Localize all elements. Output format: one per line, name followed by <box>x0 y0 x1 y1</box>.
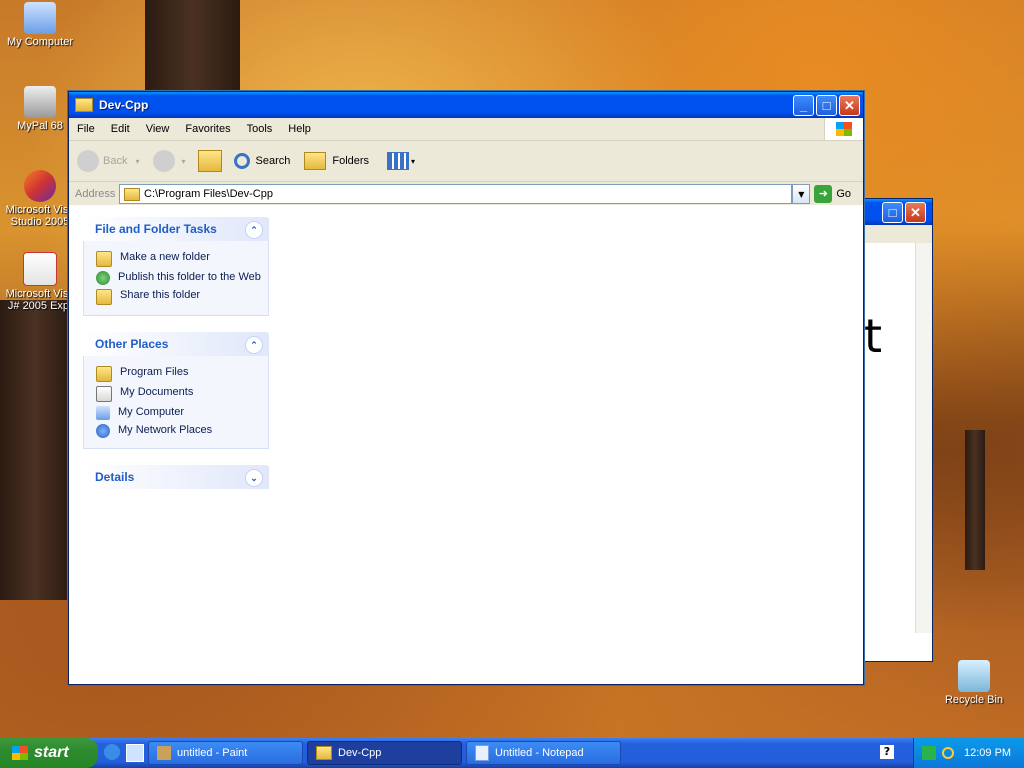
panel-file-folder-tasks: File and Folder Tasks ⌃ Make a new folde… <box>83 217 269 316</box>
chevron-down-icon: ▾ <box>181 156 186 166</box>
panel-details: Details ⌄ <box>83 465 269 489</box>
taskbar: start untitled - Paint Dev-Cpp Untitled … <box>0 738 1024 768</box>
desktop-icon-my-computer[interactable]: My Computer <box>0 2 80 48</box>
task-dev-cpp[interactable]: Dev-Cpp <box>307 741 462 765</box>
notepad-window-partial[interactable]: □ ✕ t <box>863 198 933 662</box>
address-label: Address <box>75 188 116 200</box>
collapse-chevron-icon[interactable]: ⌃ <box>245 336 263 354</box>
task-publish-web[interactable]: Publish this folder to the Web <box>96 271 268 285</box>
explorer-titlebar[interactable]: Dev-Cpp _ □ ✕ <box>69 92 863 118</box>
maximize-button[interactable]: □ <box>882 202 903 223</box>
explorer-window[interactable]: Dev-Cpp _ □ ✕ File Edit View Favorites T… <box>68 91 864 685</box>
paint-icon <box>157 746 171 760</box>
forward-button[interactable]: ▾ <box>153 150 186 172</box>
maximize-button[interactable]: □ <box>816 95 837 116</box>
menu-edit[interactable]: Edit <box>103 123 138 135</box>
help-icon[interactable]: ? <box>880 745 894 759</box>
new-folder-icon <box>96 251 112 267</box>
search-button[interactable]: Search <box>233 153 290 169</box>
tree-trunk <box>145 0 240 100</box>
folder-icon <box>124 187 140 201</box>
back-arrow-icon <box>77 150 99 172</box>
forward-arrow-icon <box>153 150 176 172</box>
views-button[interactable]: ▾ <box>387 152 415 170</box>
search-tray-icon[interactable] <box>942 747 954 759</box>
address-dropdown[interactable]: ▼ <box>792 184 811 204</box>
system-tray: 12:09 PM <box>913 738 1024 768</box>
vertical-scrollbar[interactable] <box>915 243 932 633</box>
window-title: Dev-Cpp <box>99 98 149 112</box>
task-make-folder[interactable]: Make a new folder <box>96 251 268 267</box>
panel-other-places: Other Places ⌃ Program Files My Document… <box>83 332 269 449</box>
chevron-down-icon: ▾ <box>135 156 140 166</box>
place-my-computer[interactable]: My Computer <box>96 406 268 420</box>
up-folder-button[interactable] <box>197 150 222 172</box>
network-icon <box>96 424 110 438</box>
back-button[interactable]: Back ▾ <box>77 150 139 172</box>
folder-icon <box>316 746 332 760</box>
vjsharp-icon <box>23 252 57 286</box>
menu-view[interactable]: View <box>138 123 178 135</box>
windows-logo-icon <box>824 118 863 140</box>
network-tray-icon[interactable] <box>922 746 936 760</box>
menu-favorites[interactable]: Favorites <box>177 123 238 135</box>
address-input[interactable]: C:\Program Files\Dev-Cpp <box>119 184 793 204</box>
go-arrow-icon: ➜ <box>814 185 833 203</box>
place-network-places[interactable]: My Network Places <box>96 424 268 438</box>
computer-icon <box>96 406 110 420</box>
close-button[interactable]: ✕ <box>905 202 926 223</box>
clock[interactable]: 12:09 PM <box>964 747 1011 759</box>
folder-icon <box>96 366 112 382</box>
panel-header[interactable]: File and Folder Tasks ⌃ <box>83 217 269 241</box>
notepad-titlebar[interactable]: □ ✕ <box>864 199 932 225</box>
start-button[interactable]: start <box>0 738 98 768</box>
up-folder-icon <box>197 150 222 172</box>
menubar: File Edit View Favorites Tools Help <box>69 118 863 141</box>
mypal-icon <box>24 86 56 118</box>
task-share-folder[interactable]: Share this folder <box>96 289 268 305</box>
collapse-chevron-icon[interactable]: ⌃ <box>245 221 263 239</box>
panel-body: Program Files My Documents My Computer M… <box>83 356 269 449</box>
search-icon <box>233 153 250 169</box>
tree-trunk-left <box>0 300 70 600</box>
computer-icon <box>24 2 56 34</box>
desktop-icon-recycle-bin[interactable]: Recycle Bin <box>934 660 1014 706</box>
notepad-text: t <box>864 309 883 363</box>
menu-help[interactable]: Help <box>280 123 319 135</box>
place-my-documents[interactable]: My Documents <box>96 386 268 402</box>
notepad-icon <box>475 745 489 761</box>
notepad-menubar <box>864 225 932 243</box>
chevron-down-icon: ▾ <box>411 156 416 166</box>
desktop-icon[interactable] <box>126 744 144 762</box>
menu-tools[interactable]: Tools <box>239 123 281 135</box>
views-icon <box>387 152 410 170</box>
ie-icon[interactable] <box>104 744 120 760</box>
folders-button[interactable]: Folders <box>304 152 369 170</box>
folder-icon <box>75 98 93 112</box>
share-folder-icon <box>96 289 112 305</box>
content-area[interactable]: File and Folder Tasks ⌃ Make a new folde… <box>69 205 863 684</box>
toolbar: Back ▾ ▾ Search Folders ▾ <box>69 141 863 182</box>
panel-body: Make a new folder Publish this folder to… <box>83 241 269 316</box>
task-paint[interactable]: untitled - Paint <box>148 741 303 765</box>
documents-icon <box>96 386 112 402</box>
task-notepad[interactable]: Untitled - Notepad <box>466 741 621 765</box>
fence-post <box>965 430 985 570</box>
place-program-files[interactable]: Program Files <box>96 366 268 382</box>
panel-header[interactable]: Details ⌄ <box>83 465 269 489</box>
visual-studio-icon <box>24 170 56 202</box>
quicklaunch <box>104 744 144 762</box>
expand-chevron-icon[interactable]: ⌄ <box>245 469 263 487</box>
windows-flag-icon <box>12 746 28 760</box>
task-pane: File and Folder Tasks ⌃ Make a new folde… <box>83 217 269 505</box>
menu-file[interactable]: File <box>69 123 103 135</box>
go-button[interactable]: ➜ Go <box>814 185 851 203</box>
folders-icon <box>304 152 327 170</box>
close-button[interactable]: ✕ <box>839 95 860 116</box>
recycle-bin-icon <box>958 660 990 692</box>
minimize-button[interactable]: _ <box>793 95 814 116</box>
globe-icon <box>96 271 110 285</box>
panel-header[interactable]: Other Places ⌃ <box>83 332 269 356</box>
address-bar: Address C:\Program Files\Dev-Cpp ▼ ➜ Go <box>69 182 863 207</box>
